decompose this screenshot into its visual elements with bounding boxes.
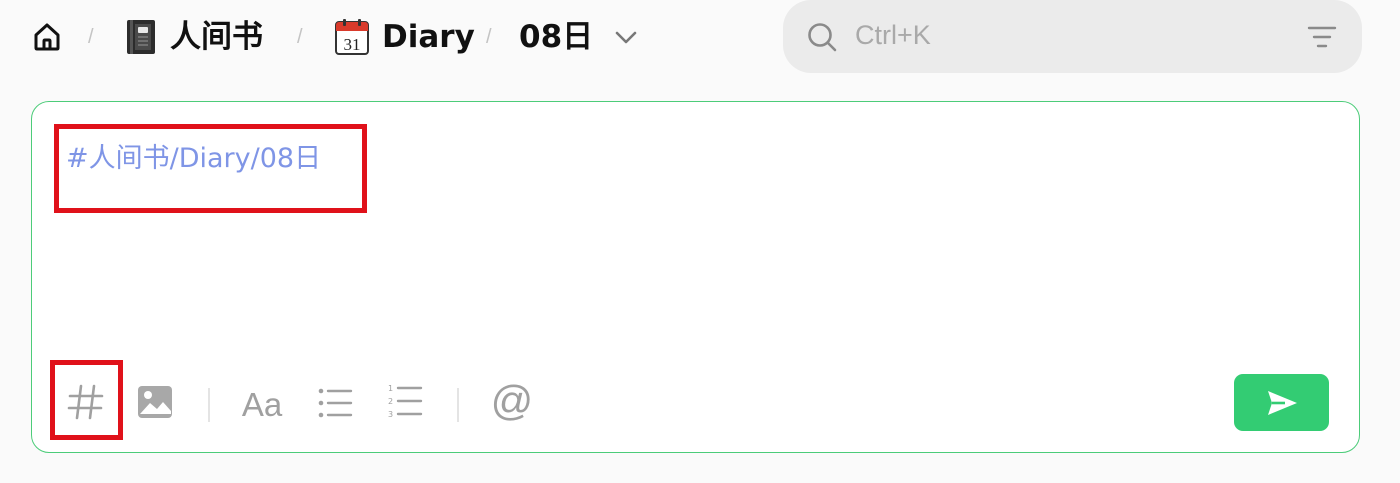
filter-icon[interactable] [1307,22,1337,52]
memo-editor[interactable]: #人间书/Diary/08日 Aa 1 2 3 @ [31,101,1360,453]
mention-icon[interactable]: @ [489,378,535,424]
send-button[interactable] [1234,374,1329,431]
breadcrumb-label-notebook: 人间书 [170,18,263,55]
svg-text:2: 2 [388,397,393,406]
breadcrumb-separator: / [297,25,303,48]
svg-text:3: 3 [388,410,393,419]
breadcrumb-label-diary: Diary [382,18,475,55]
calendar-icon-day: 31 [344,35,361,54]
image-icon[interactable] [136,384,174,420]
home-button[interactable] [30,0,64,74]
notebook-icon [127,20,155,54]
breadcrumb-label-day: 08日 [519,18,594,55]
home-icon [34,23,60,51]
toolbar-divider [208,388,210,422]
breadcrumb-item-day[interactable]: 08日 [519,0,639,74]
breadcrumb-item-diary[interactable]: 31 Diary [334,0,475,74]
breadcrumb-separator: / [88,25,94,48]
highlight-box-hash [50,360,123,440]
breadcrumb-separator: / [486,25,492,48]
breadcrumb-item-notebook[interactable]: 人间书 [124,0,263,74]
bullet-list-icon[interactable] [316,384,354,422]
chevron-down-icon[interactable] [613,24,639,50]
toolbar-divider [457,388,459,422]
svg-text:1: 1 [388,384,393,393]
search-input[interactable] [855,12,1275,58]
send-icon [1267,390,1297,415]
text-format-icon[interactable]: Aa [240,382,284,426]
top-bar: / 人间书 / 31 Diary / 08日 [0,0,1400,80]
numbered-list-icon[interactable]: 1 2 3 [384,382,424,422]
search-bar[interactable] [783,0,1362,73]
search-icon [808,23,837,52]
highlight-box-tag [54,124,367,213]
calendar-icon: 31 [335,19,369,55]
